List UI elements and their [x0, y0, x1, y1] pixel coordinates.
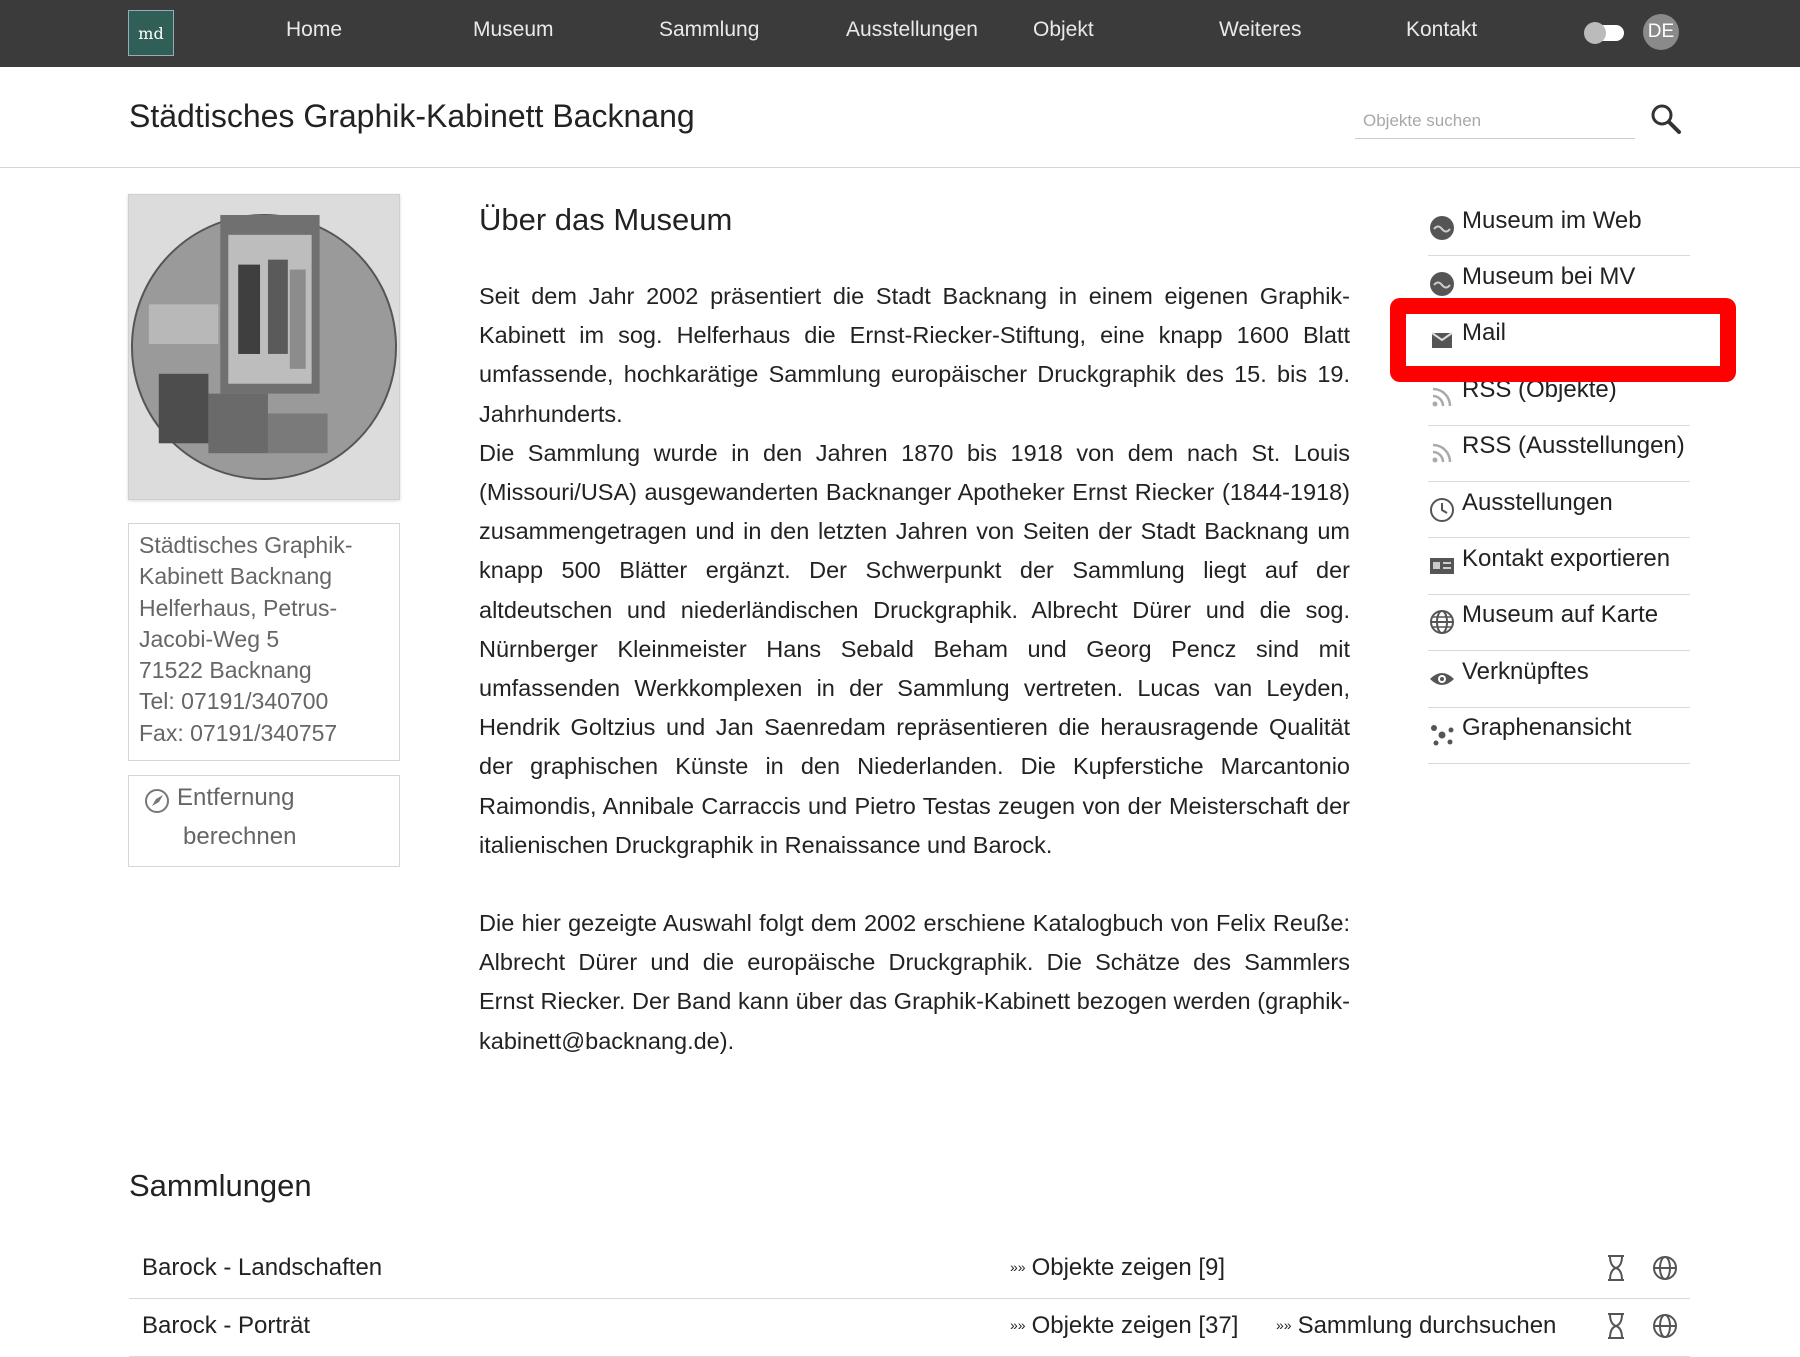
sidebar-item-kontakt-exportieren[interactable]: Kontakt exportieren	[1428, 538, 1690, 595]
contact-card-icon	[1428, 552, 1456, 580]
sidebar-item-rss-objekte[interactable]: RSS (Objekte)	[1428, 369, 1690, 426]
sidebar-item-label: Ausstellungen	[1462, 488, 1613, 516]
address-line: Jacobi-Weg 5	[139, 625, 280, 652]
sidebar-item-label: Museum bei MV	[1462, 263, 1636, 291]
phone-number: Tel: 07191/340700	[139, 688, 329, 715]
collection-row: Barock - Porträt »» Objekte zeigen [37] »…	[129, 1299, 1690, 1357]
search-collection-label: Sammlung durchsuchen	[1297, 1312, 1557, 1339]
address-line: Helferhaus, Petrus-	[139, 594, 338, 621]
sidebar-item-label: Museum auf Karte	[1462, 601, 1659, 629]
about-text: Seit dem Jahr 2002 präsentiert die Stadt…	[479, 277, 1350, 1061]
arrow-icon: »»	[1010, 1317, 1026, 1333]
address-box: Städtisches Graphik- Kabinett Backnang H…	[128, 523, 400, 761]
collection-row: Barock - Landschaften »» Objekte zeigen […	[129, 1241, 1690, 1299]
distance-label-line1: Entfernung	[177, 784, 295, 811]
distance-label-line2: berechnen	[183, 823, 297, 850]
hourglass-icon[interactable]	[1602, 1253, 1630, 1283]
nav-ausstellungen[interactable]: Ausstellungen	[846, 18, 978, 42]
top-navigation: md Home Museum Sammlung Ausstellungen Ob…	[0, 0, 1800, 67]
sidebar-item-label: Graphenansicht	[1462, 714, 1632, 742]
collection-name: Barock - Porträt	[142, 1312, 311, 1339]
collection-name: Barock - Landschaften	[142, 1254, 383, 1281]
show-objects-link[interactable]: »» Objekte zeigen [9]	[1010, 1254, 1225, 1282]
clock-icon	[1428, 496, 1456, 524]
web-icon	[1428, 214, 1456, 242]
site-logo[interactable]: md	[128, 10, 174, 56]
nav-sammlung[interactable]: Sammlung	[659, 18, 759, 42]
nav-museum[interactable]: Museum	[473, 18, 554, 42]
calculate-distance-button[interactable]: Entfernung berechnen	[128, 775, 400, 867]
page-title: Städtisches Graphik-Kabinett Backnang	[129, 98, 695, 134]
graph-icon	[1428, 721, 1456, 749]
sidebar-item-rss-ausstellungen[interactable]: RSS (Ausstellungen)	[1428, 426, 1690, 482]
arrow-icon: »»	[1276, 1317, 1292, 1333]
sidebar-item-label: Museum im Web	[1462, 206, 1642, 234]
rss-icon	[1428, 439, 1456, 467]
show-objects-label: Objekte zeigen [9]	[1031, 1254, 1226, 1281]
about-paragraph: Die hier gezeigte Auswahl folgt dem 2002…	[479, 910, 1350, 1054]
arrow-icon: »»	[1010, 1259, 1026, 1275]
about-heading: Über das Museum	[479, 202, 733, 237]
collections-heading: Sammlungen	[129, 1168, 312, 1203]
sidebar-item-verknuepftes[interactable]: Verknüpftes	[1428, 651, 1690, 708]
nav-objekt[interactable]: Objekt	[1033, 18, 1094, 42]
sidebar-item-label: Kontakt exportieren	[1462, 545, 1671, 573]
address-line: Kabinett Backnang	[139, 563, 333, 590]
rss-icon	[1428, 383, 1456, 411]
mail-icon	[1428, 326, 1456, 354]
mv-icon	[1428, 270, 1456, 298]
language-button[interactable]: DE	[1643, 14, 1679, 50]
eye-icon	[1428, 665, 1456, 693]
sidebar-item-mail[interactable]: Mail	[1428, 313, 1690, 370]
address-line: 71522 Backnang	[139, 657, 312, 684]
show-objects-link[interactable]: »» Objekte zeigen [37]	[1010, 1312, 1238, 1340]
show-objects-label: Objekte zeigen [37]	[1031, 1312, 1239, 1339]
globe-icon[interactable]	[1651, 1253, 1679, 1283]
page-header: Städtisches Graphik-Kabinett Backnang	[0, 67, 1800, 168]
museum-image	[128, 194, 400, 500]
nav-weiteres[interactable]: Weiteres	[1219, 18, 1301, 42]
search-icon[interactable]	[1648, 101, 1684, 137]
nav-home[interactable]: Home	[286, 18, 342, 42]
search-input[interactable]	[1355, 103, 1635, 139]
sidebar-item-museum-auf-karte[interactable]: Museum auf Karte	[1428, 595, 1690, 652]
globe-icon	[1428, 608, 1456, 636]
search-collection-link[interactable]: »» Sammlung durchsuchen	[1276, 1312, 1556, 1340]
sidebar-item-label: RSS (Objekte)	[1462, 375, 1617, 403]
sidebar-item-museum-bei-mv[interactable]: Museum bei MV	[1428, 256, 1690, 313]
globe-icon[interactable]	[1651, 1311, 1679, 1341]
theme-toggle[interactable]	[1584, 22, 1624, 44]
sidebar-item-label: RSS (Ausstellungen)	[1462, 432, 1685, 460]
hourglass-icon[interactable]	[1602, 1311, 1630, 1341]
about-paragraph: Seit dem Jahr 2002 präsentiert die Stadt…	[479, 283, 1350, 427]
sidebar-item-ausstellungen[interactable]: Ausstellungen	[1428, 482, 1690, 539]
about-paragraph: Die Sammlung wurde in den Jahren 1870 bi…	[479, 439, 1350, 858]
sidebar-item-graphenansicht[interactable]: Graphenansicht	[1428, 708, 1690, 764]
sidebar-menu: Museum im Web Museum bei MV Mail RSS (Ob…	[1428, 200, 1690, 764]
nav-kontakt[interactable]: Kontakt	[1406, 18, 1477, 42]
sidebar-item-museum-im-web[interactable]: Museum im Web	[1428, 200, 1690, 257]
address-line: Städtisches Graphik-	[139, 532, 353, 558]
fax-number: Fax: 07191/340757	[139, 719, 338, 746]
sidebar-item-label: Verknüpftes	[1462, 657, 1589, 685]
compass-icon	[145, 789, 169, 813]
sidebar-item-label: Mail	[1462, 319, 1507, 347]
